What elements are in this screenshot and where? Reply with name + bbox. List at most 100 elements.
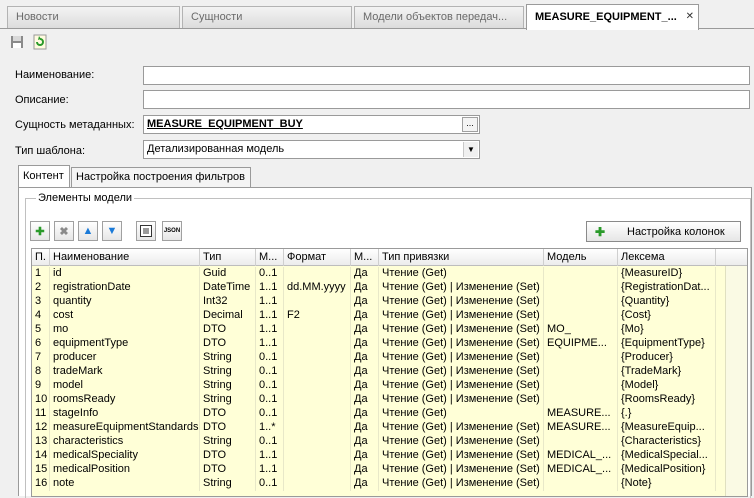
- table-cell: Да: [351, 421, 379, 435]
- table-row[interactable]: 14 medicalSpeciality DTO 1..1 Да Чтение (Get)…: [32, 449, 747, 463]
- column-header[interactable]: П.: [32, 249, 50, 266]
- table-cell: DTO: [200, 463, 256, 477]
- table-cell: {Quantity}: [618, 295, 716, 309]
- browse-button[interactable]: ...: [462, 117, 478, 132]
- table-cell: Да: [351, 463, 379, 477]
- table-row[interactable]: 4 cost Decimal 1..1 F2 Да Чтение (Get) | Измен…: [32, 309, 747, 323]
- table-row[interactable]: 10 roomsReady String 0..1 Да Чтение (Get) | И…: [32, 393, 747, 407]
- add-icon[interactable]: ✚: [30, 221, 50, 241]
- refresh-icon[interactable]: [31, 33, 49, 51]
- table-cell: [544, 393, 618, 407]
- table-cell: {Cost}: [618, 309, 716, 323]
- table-cell: 0..1: [256, 267, 284, 281]
- column-settings-label: Настройка колонок: [627, 226, 725, 238]
- table-cell: 1..1: [256, 323, 284, 337]
- table-cell: characteristics: [50, 435, 200, 449]
- table-cell: String: [200, 379, 256, 393]
- column-header[interactable]: Тип привязки: [379, 249, 544, 266]
- table-row[interactable]: 13 characteristics String 0..1 Да Чтение (Get…: [32, 435, 747, 449]
- move-down-icon[interactable]: ▼: [102, 221, 122, 241]
- tab-news[interactable]: Новости: [7, 6, 180, 28]
- tab-transfer-models-label: Модели объектов передач...: [363, 11, 508, 23]
- tab-transfer-models[interactable]: Модели объектов передач...: [354, 6, 524, 28]
- table-cell: String: [200, 477, 256, 491]
- model-elements-grid[interactable]: П. Наименование Тип М... Формат М... Тип…: [31, 248, 748, 497]
- table-row[interactable]: 8 tradeMark String 0..1 Да Чтение (Get) | Изм…: [32, 365, 747, 379]
- table-cell: [284, 393, 351, 407]
- column-header[interactable]: Тип: [200, 249, 256, 266]
- table-row[interactable]: 1 id Guid 0..1 Да Чтение (Get) {MeasureID}: [32, 267, 747, 281]
- column-header[interactable]: Лексема: [618, 249, 716, 266]
- delete-icon[interactable]: ✖: [54, 221, 74, 241]
- table-cell: Чтение (Get) | Изменение (Set): [379, 393, 544, 407]
- table-cell: Да: [351, 309, 379, 323]
- tab-entities-label: Сущности: [191, 11, 243, 23]
- table-cell: [284, 477, 351, 491]
- table-row[interactable]: 3 quantity Int32 1..1 Да Чтение (Get) | Измен…: [32, 295, 747, 309]
- chevron-down-icon[interactable]: ▼: [463, 142, 478, 157]
- table-cell: 16: [32, 477, 50, 491]
- template-type-select[interactable]: Детализированная модель ▼: [143, 140, 480, 159]
- list-icon[interactable]: [136, 221, 156, 241]
- column-header[interactable]: Модель: [544, 249, 618, 266]
- table-cell: [284, 351, 351, 365]
- move-up-icon[interactable]: ▲: [78, 221, 98, 241]
- save-icon[interactable]: [8, 33, 26, 51]
- table-row[interactable]: 2 registrationDate DateTime 1..1 dd.MM.yyyy Д…: [32, 281, 747, 295]
- metadata-entity-value: MEASURE_EQUIPMENT_BUY: [147, 118, 303, 130]
- column-header[interactable]: Наименование: [50, 249, 200, 266]
- table-cell: DTO: [200, 449, 256, 463]
- table-row[interactable]: 12 measureEquipmentStandards DTO 1..* Да Чтен…: [32, 421, 747, 435]
- table-cell: Чтение (Get) | Изменение (Set): [379, 323, 544, 337]
- metadata-entity-field[interactable]: MEASURE_EQUIPMENT_BUY ...: [143, 115, 480, 134]
- table-row[interactable]: 9 model String 0..1 Да Чтение (Get) | Изменен…: [32, 379, 747, 393]
- table-row[interactable]: 7 producer String 0..1 Да Чтение (Get) | Изме…: [32, 351, 747, 365]
- table-cell: registrationDate: [50, 281, 200, 295]
- tab-filter-settings[interactable]: Настройка построения фильтров: [71, 167, 251, 188]
- template-type-value: Детализированная модель: [147, 143, 285, 155]
- table-cell: Чтение (Get) | Изменение (Set): [379, 435, 544, 449]
- table-row[interactable]: 15 medicalPosition DTO 1..1 Да Чтение (Get) |…: [32, 463, 747, 477]
- table-cell: MEDICAL_...: [544, 449, 618, 463]
- table-cell: 4: [32, 309, 50, 323]
- table-cell: producer: [50, 351, 200, 365]
- table-cell: {MedicalSpecial...: [618, 449, 716, 463]
- table-row[interactable]: 5 mo DTO 1..1 Да Чтение (Get) | Изменение (Se…: [32, 323, 747, 337]
- table-cell: F2: [284, 309, 351, 323]
- table-cell: MEDICAL_...: [544, 463, 618, 477]
- table-cell: note: [50, 477, 200, 491]
- table-cell: {TradeMark}: [618, 365, 716, 379]
- column-header[interactable]: Формат: [284, 249, 351, 266]
- close-icon[interactable]: ✕: [686, 11, 694, 22]
- table-row[interactable]: 6 equipmentType DTO 1..1 Да Чтение (Get) | Из…: [32, 337, 747, 351]
- table-cell: id: [50, 267, 200, 281]
- tab-measure-equipment[interactable]: MEASURE_EQUIPMENT_... ✕: [526, 4, 699, 30]
- description-input[interactable]: [143, 90, 750, 109]
- table-cell: tradeMark: [50, 365, 200, 379]
- tab-entities[interactable]: Сущности: [182, 6, 352, 28]
- table-row[interactable]: 11 stageInfo DTO 0..1 Да Чтение (Get) MEASURE.…: [32, 407, 747, 421]
- table-cell: 13: [32, 435, 50, 449]
- table-cell: medicalSpeciality: [50, 449, 200, 463]
- table-cell: Чтение (Get) | Изменение (Set): [379, 365, 544, 379]
- column-settings-button[interactable]: ✚ Настройка колонок: [586, 221, 741, 242]
- table-cell: [284, 463, 351, 477]
- document-tab-bar: Новости Сущности Модели объектов передач…: [0, 0, 754, 30]
- table-cell: 3: [32, 295, 50, 309]
- description-label: Описание:: [15, 94, 69, 106]
- table-row[interactable]: 16 note String 0..1 Да Чтение (Get) | Изменен…: [32, 477, 747, 491]
- table-cell: DTO: [200, 407, 256, 421]
- table-cell: {Characteristics}: [618, 435, 716, 449]
- table-cell: Чтение (Get) | Изменение (Set): [379, 351, 544, 365]
- content-panel: Элементы модели ✚ ✖ ▲ ▼ JSON ✚ Настройка…: [18, 187, 752, 498]
- table-cell: 1..1: [256, 281, 284, 295]
- column-header[interactable]: М...: [256, 249, 284, 266]
- tab-content[interactable]: Контент: [18, 165, 70, 188]
- table-cell: dd.MM.yyyy: [284, 281, 351, 295]
- json-icon[interactable]: JSON: [162, 221, 182, 241]
- table-cell: EQUIPME...: [544, 337, 618, 351]
- table-cell: 15: [32, 463, 50, 477]
- table-cell: {Mo}: [618, 323, 716, 337]
- column-header[interactable]: М...: [351, 249, 379, 266]
- name-input[interactable]: [143, 66, 750, 85]
